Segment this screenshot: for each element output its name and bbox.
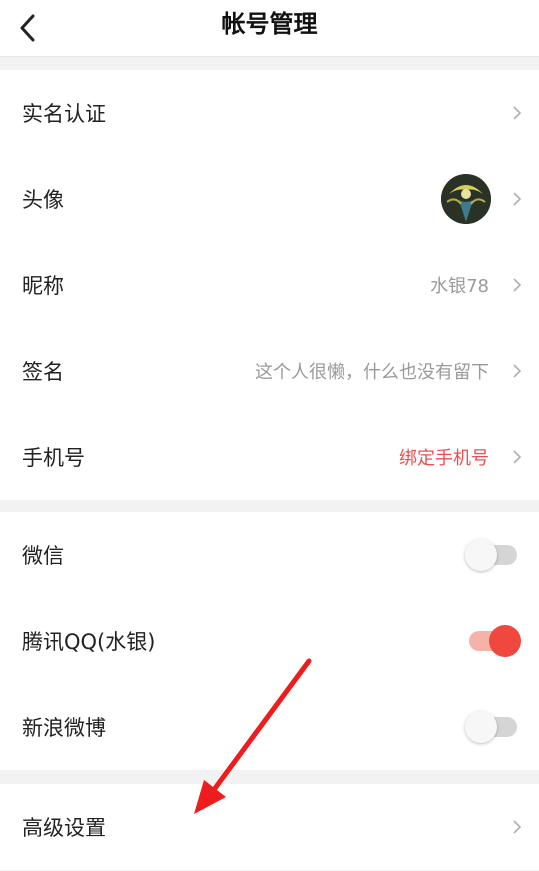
weibo-row: 新浪微博: [0, 684, 539, 770]
phone-label: 手机号: [22, 446, 85, 470]
top-bar: 帐号管理: [0, 0, 539, 57]
wechat-label: 微信: [22, 544, 64, 568]
bindings-section: 微信 腾讯QQ(水银) 新浪微博: [0, 512, 539, 770]
nickname-value: 水银78: [430, 276, 489, 297]
toggle-knob: [465, 711, 497, 743]
advanced-settings-label: 高级设置: [22, 816, 106, 840]
toggle-knob: [489, 625, 521, 657]
nickname-row[interactable]: 昵称 水银78: [0, 242, 539, 328]
chevron-right-icon: [513, 364, 522, 378]
signature-value: 这个人很懒，什么也没有留下: [255, 362, 489, 383]
qq-row: 腾讯QQ(水银): [0, 598, 539, 684]
real-name-verification-row[interactable]: 实名认证: [0, 70, 539, 156]
page-title: 帐号管理: [221, 10, 318, 38]
advanced-settings-row[interactable]: 高级设置: [0, 784, 539, 870]
signature-label: 签名: [22, 360, 64, 384]
toggle-knob: [465, 539, 497, 571]
chevron-right-icon: [513, 192, 522, 206]
nickname-label: 昵称: [22, 274, 64, 298]
avatar-image: [441, 174, 491, 224]
real-name-verification-label: 实名认证: [22, 102, 106, 126]
advanced-section: 高级设置: [0, 784, 539, 870]
signature-row[interactable]: 签名 这个人很懒，什么也没有留下: [0, 328, 539, 414]
profile-section: 实名认证 头像 昵称 水银78 签名 这个人很懒，什么也没有留下 手机号 绑定手…: [0, 70, 539, 500]
wechat-row: 微信: [0, 512, 539, 598]
avatar-row[interactable]: 头像: [0, 156, 539, 242]
weibo-label: 新浪微博: [22, 716, 106, 740]
qq-label: 腾讯QQ(水银): [22, 630, 156, 654]
wechat-toggle[interactable]: [465, 539, 517, 571]
qq-toggle[interactable]: [469, 625, 521, 657]
weibo-toggle[interactable]: [465, 711, 517, 743]
phone-row[interactable]: 手机号 绑定手机号: [0, 414, 539, 500]
chevron-right-icon: [513, 278, 522, 292]
avatar-label: 头像: [22, 188, 64, 212]
chevron-right-icon: [513, 820, 522, 834]
chevron-right-icon: [513, 450, 522, 464]
bind-phone-link[interactable]: 绑定手机号: [399, 444, 489, 470]
chevron-right-icon: [513, 106, 522, 120]
